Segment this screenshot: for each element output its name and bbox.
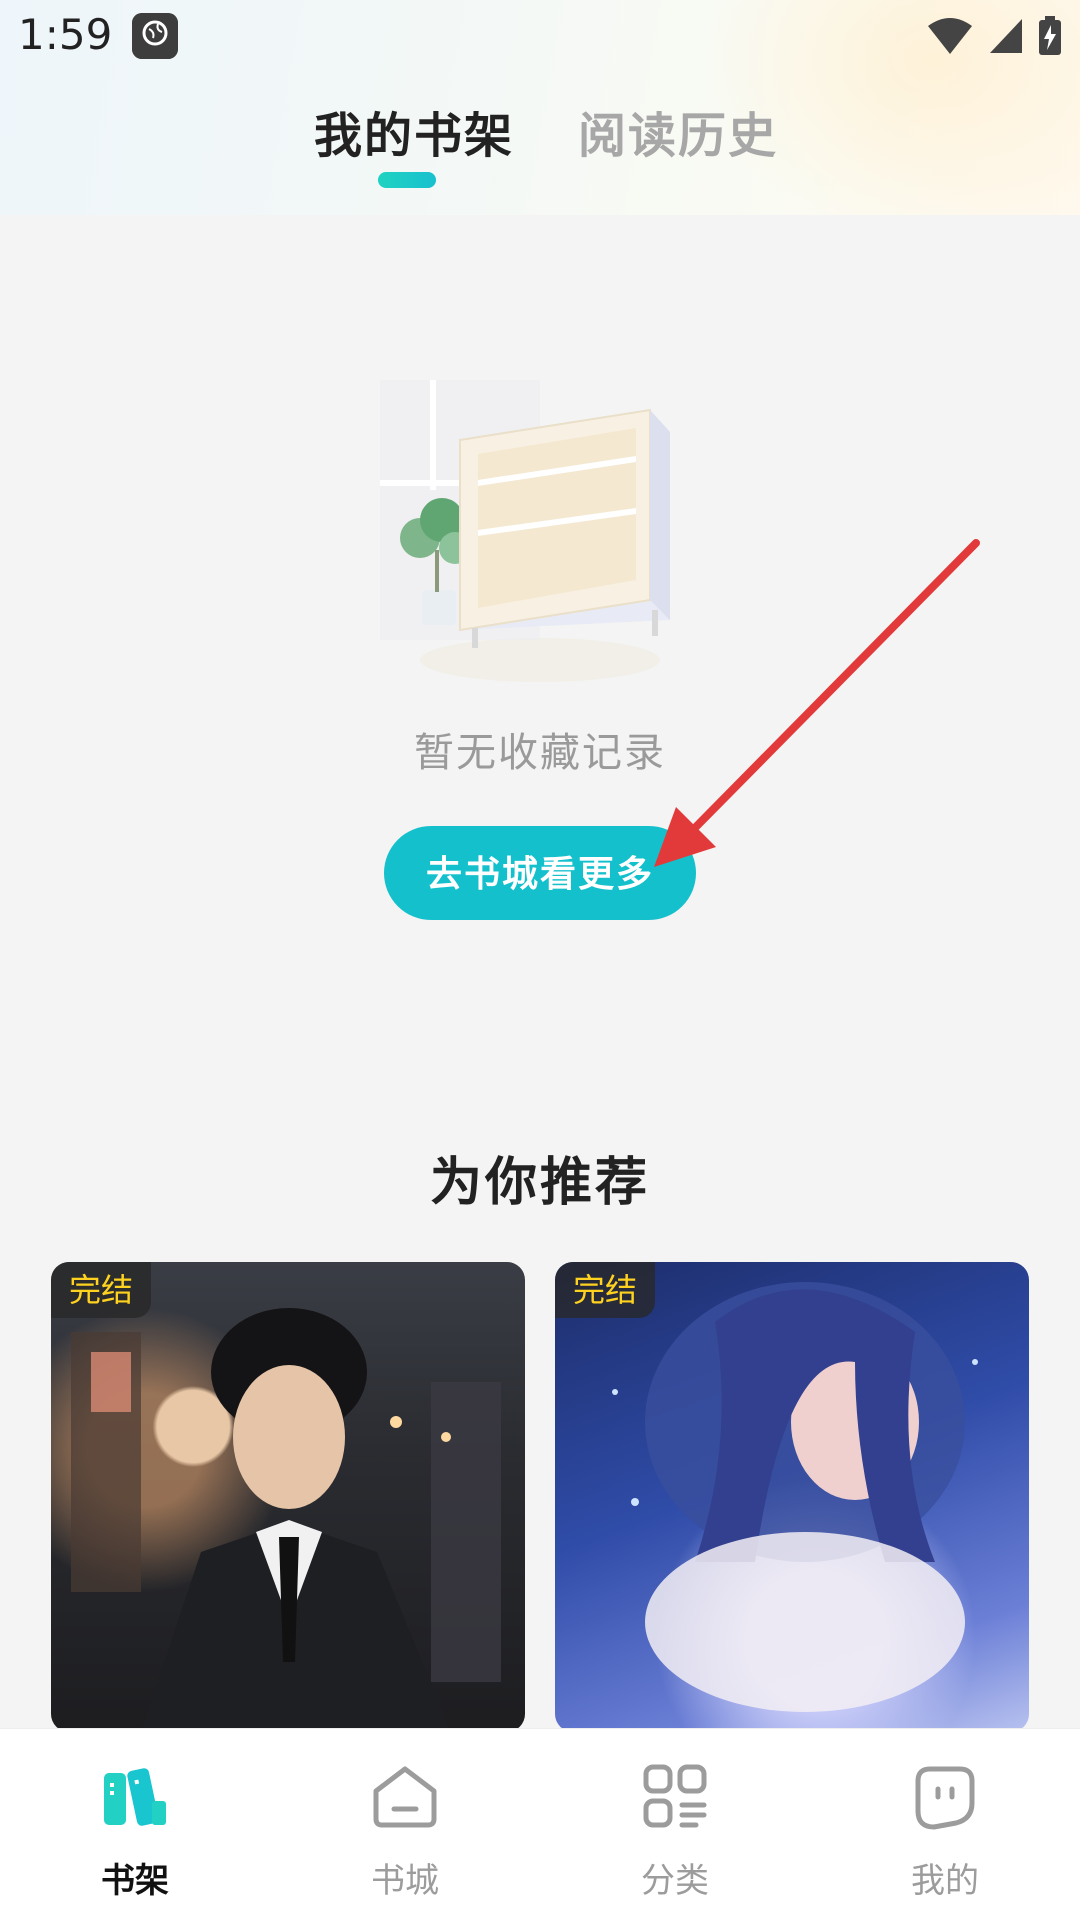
nav-label-profile: 我的 <box>911 1861 979 1901</box>
completed-badge: 完结 <box>555 1262 656 1318</box>
recommended-book-card[interactable]: 完结 <box>51 1262 525 1732</box>
empty-state-message: 暂无收藏记录 <box>414 730 666 776</box>
signal-icon <box>990 19 1022 53</box>
nav-label-bookstore: 书城 <box>371 1861 439 1901</box>
active-tab-indicator <box>378 172 436 188</box>
bookshelf-icon <box>104 1768 166 1826</box>
top-tabs: 我的书架 阅读历史 <box>0 96 1080 196</box>
tab-reading-history[interactable]: 阅读历史 <box>578 96 778 166</box>
man-in-suit-city-night-cover <box>71 1308 501 1732</box>
recommend-section-title: 为你推荐 <box>429 1153 650 1213</box>
tab-my-bookshelf[interactable]: 我的书架 <box>314 96 514 166</box>
empty-bookshelf-illustration <box>380 380 670 682</box>
nav-item-bookshelf[interactable]: 书架 <box>0 1729 270 1921</box>
status-time: 1:59 <box>18 10 113 59</box>
category-icon <box>643 1764 707 1828</box>
girl-in-blue-light-cover <box>612 1282 978 1712</box>
nav-item-bookstore[interactable]: 书城 <box>270 1729 540 1921</box>
bottom-navigation: 书架 书城 分类 我的 <box>0 1728 1080 1921</box>
battery-icon <box>1039 16 1061 55</box>
completed-badge: 完结 <box>51 1262 152 1318</box>
nav-label-bookshelf: 书架 <box>101 1861 169 1901</box>
recommended-book-card[interactable]: 完结 <box>555 1262 1029 1732</box>
go-to-bookstore-button[interactable]: 去书城看更多 <box>384 826 696 920</box>
bookstore-icon <box>373 1766 437 1828</box>
status-bar: 1:59 <box>0 0 1080 74</box>
globe-app-icon <box>132 13 178 59</box>
nav-item-profile[interactable]: 我的 <box>810 1729 1080 1921</box>
wifi-icon <box>928 18 972 54</box>
nav-item-category[interactable]: 分类 <box>540 1729 810 1921</box>
profile-icon <box>915 1766 975 1830</box>
nav-label-category: 分类 <box>641 1861 709 1901</box>
